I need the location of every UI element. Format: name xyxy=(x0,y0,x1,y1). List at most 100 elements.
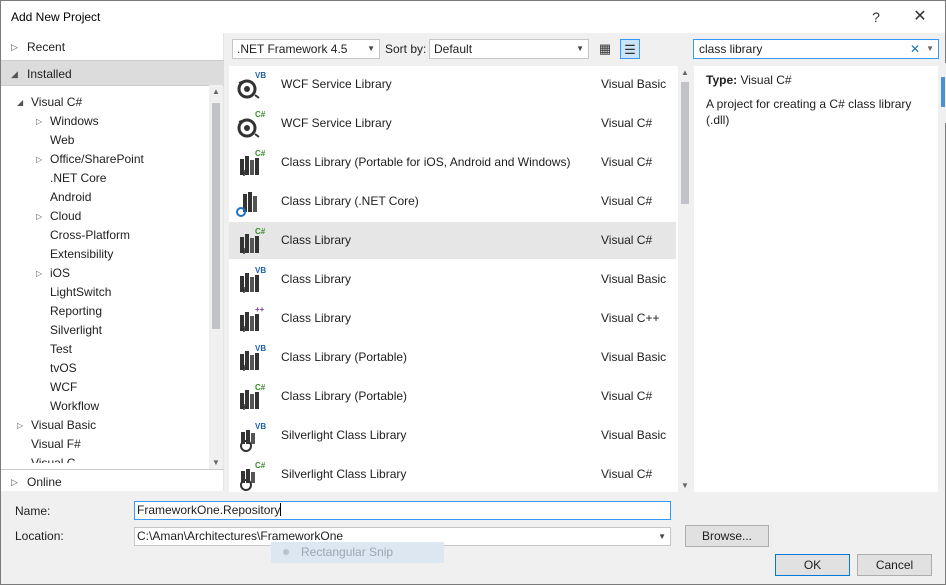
tree-item-label: Reporting xyxy=(50,304,103,318)
template-row[interactable]: VB Class Library (Portable) Visual Basic xyxy=(229,339,676,376)
tree-item-label: WCF xyxy=(50,380,78,394)
category-scrollbar[interactable]: ▲ ▼ xyxy=(209,85,223,469)
search-value: class library xyxy=(699,42,763,56)
template-row[interactable]: C# Class Library (Portable for iOS, Andro… xyxy=(229,144,676,181)
template-row[interactable]: Class Library (.NET Core) Visual C# xyxy=(229,183,676,220)
ok-button[interactable]: OK xyxy=(775,554,850,576)
template-language: Visual Basic xyxy=(601,272,667,286)
collapse-arrow-icon: ◢ xyxy=(11,69,18,79)
template-row[interactable]: ++ Class Library Visual C++ xyxy=(229,300,676,337)
template-row[interactable]: C# Silverlight Class Library Visual C# xyxy=(229,456,676,492)
expand-arrow-icon[interactable]: ▷ xyxy=(36,150,42,169)
title-bar: Add New Project ? ✕ xyxy=(1,1,945,33)
scroll-down-icon[interactable]: ▼ xyxy=(212,458,220,467)
tree-item-label: Visual C# xyxy=(31,95,83,109)
template-language: Visual C# xyxy=(601,389,653,403)
template-language: Visual Basic xyxy=(601,77,667,91)
tree-item[interactable]: .NET Core xyxy=(50,169,106,188)
tree-item[interactable]: ▷ iOS xyxy=(36,264,70,283)
tree-item-label: Extensibility xyxy=(50,247,114,261)
tree-item[interactable]: ▷ Cloud xyxy=(36,207,82,226)
tree-item[interactable]: ▷ Office/SharePoint xyxy=(36,150,144,169)
template-name: Silverlight Class Library xyxy=(281,467,407,481)
template-name: Class Library xyxy=(281,272,352,286)
tree-item[interactable]: Visual C... xyxy=(31,454,85,463)
template-row[interactable]: C# WCF Service Library Visual C# xyxy=(229,105,676,142)
tree-item[interactable]: Cross-Platform xyxy=(50,226,130,245)
background-window-edge xyxy=(939,63,946,123)
svg-text:VB: VB xyxy=(255,422,266,431)
tree-item[interactable]: Visual F# xyxy=(31,435,81,454)
scroll-up-icon[interactable]: ▲ xyxy=(212,87,220,96)
tree-item[interactable]: ▷ Windows xyxy=(36,112,99,131)
chevron-down-icon[interactable]: ▼ xyxy=(926,40,934,58)
online-section[interactable]: ▷ Online xyxy=(1,469,224,493)
chevron-down-icon[interactable]: ▼ xyxy=(658,528,666,545)
expand-arrow-icon[interactable]: ▷ xyxy=(36,264,42,283)
framework-value: .NET Framework 4.5 xyxy=(237,42,348,56)
framework-select[interactable]: .NET Framework 4.5 ▼ xyxy=(232,39,380,59)
list-view-icon[interactable]: ☰ xyxy=(620,39,640,59)
tree-item-label: tvOS xyxy=(50,361,77,375)
template-row[interactable]: VB WCF Service Library Visual Basic xyxy=(229,66,676,103)
tree-item[interactable]: Reporting xyxy=(50,302,102,321)
tree-item[interactable]: WCF xyxy=(50,378,77,397)
grid-view-icon[interactable]: ▦ xyxy=(595,39,615,59)
search-input[interactable]: class library ✕ ▼ xyxy=(693,39,939,59)
template-language: Visual C# xyxy=(601,467,653,481)
help-button[interactable]: ? xyxy=(861,5,891,29)
tree-item[interactable]: ▷ Visual Basic xyxy=(17,416,96,435)
template-list: VB WCF Service Library Visual Basic C# WCF S… xyxy=(229,66,678,492)
installed-section[interactable]: ◢ Installed xyxy=(1,60,224,86)
template-language: Visual Basic xyxy=(601,350,667,364)
type-label: Type: xyxy=(706,73,738,87)
snip-dot-icon xyxy=(283,549,289,555)
tree-item[interactable]: Workflow xyxy=(50,397,99,416)
tree-item[interactable]: Web xyxy=(50,131,74,150)
template-name: Class Library (Portable for iOS, Android… xyxy=(281,155,571,169)
scroll-thumb[interactable] xyxy=(681,82,689,204)
template-list-scrollbar[interactable]: ▲ ▼ xyxy=(678,66,692,492)
recent-section[interactable]: ▷ Recent xyxy=(1,35,224,59)
scroll-up-icon[interactable]: ▲ xyxy=(681,68,689,77)
clear-search-icon[interactable]: ✕ xyxy=(910,40,920,58)
sort-by-select[interactable]: Default ▼ xyxy=(429,39,589,59)
recent-label: Recent xyxy=(27,40,66,54)
tree-item[interactable]: tvOS xyxy=(50,359,77,378)
snip-label: Rectangular Snip xyxy=(301,545,394,559)
template-details-panel: Type: Visual C# A project for creating a… xyxy=(694,66,938,492)
close-button[interactable]: ✕ xyxy=(905,5,935,29)
tree-item-label: Test xyxy=(50,342,73,356)
collapse-arrow-icon[interactable]: ◢ xyxy=(17,93,23,112)
project-name-field[interactable]: FrameworkOne.Repository xyxy=(134,501,671,520)
type-value: Visual C# xyxy=(740,73,792,87)
expand-arrow-icon[interactable]: ▷ xyxy=(17,416,23,435)
template-row[interactable]: C# Class Library (Portable) Visual C# xyxy=(229,378,676,415)
tree-item[interactable]: ◢ Visual C# xyxy=(17,93,83,112)
tree-item-label: Cloud xyxy=(50,209,82,223)
expand-arrow-icon[interactable]: ▷ xyxy=(36,112,42,131)
template-name: Class Library (Portable) xyxy=(281,350,408,364)
expand-arrow-icon[interactable]: ▷ xyxy=(36,207,42,226)
tree-item-label: LightSwitch xyxy=(50,285,112,299)
tree-item[interactable]: LightSwitch xyxy=(50,283,111,302)
tree-item[interactable]: Extensibility xyxy=(50,245,113,264)
browse-button[interactable]: Browse... xyxy=(685,525,769,547)
wcf-service-icon: C# xyxy=(237,110,266,138)
scroll-thumb[interactable] xyxy=(212,103,220,329)
template-name: Class Library (Portable) xyxy=(281,389,408,403)
tree-item[interactable]: Test xyxy=(50,340,72,359)
template-row[interactable]: C# Class Library Visual C# xyxy=(229,222,676,259)
tree-item[interactable]: Android xyxy=(50,188,91,207)
tree-item[interactable]: Silverlight xyxy=(50,321,102,340)
template-name: Class Library xyxy=(281,311,352,325)
svg-text:C#: C# xyxy=(255,149,266,158)
rectangular-snip-overlay: Rectangular Snip xyxy=(271,542,444,563)
template-name: WCF Service Library xyxy=(281,116,392,130)
template-row[interactable]: VB Silverlight Class Library Visual Basic xyxy=(229,417,676,454)
scroll-down-icon[interactable]: ▼ xyxy=(681,481,689,490)
cancel-button[interactable]: Cancel xyxy=(857,554,932,576)
tree-item-label: Workflow xyxy=(50,399,100,413)
template-row[interactable]: VB Class Library Visual Basic xyxy=(229,261,676,298)
template-type: Type: Visual C# xyxy=(706,73,792,87)
